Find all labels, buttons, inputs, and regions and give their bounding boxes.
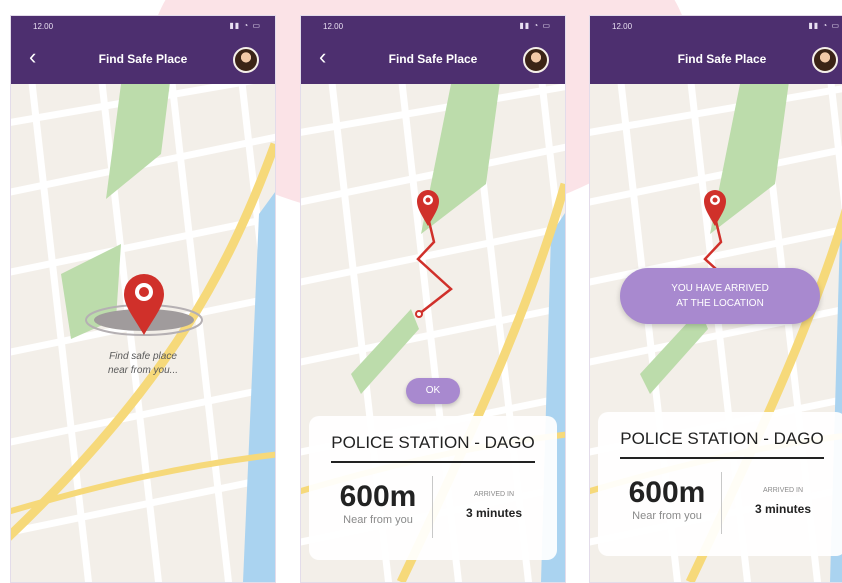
title-underline xyxy=(620,457,824,459)
start-point xyxy=(415,310,423,318)
user-avatar[interactable] xyxy=(523,47,549,73)
destination-card: POLICE STATION - DAGO 600m Near from you… xyxy=(598,412,842,556)
arrival-label: ARRIVED IN xyxy=(473,491,515,498)
page-title: Find Safe Place xyxy=(677,52,767,66)
status-time: 12.00 xyxy=(612,22,633,31)
status-time: 12.00 xyxy=(33,22,54,31)
phone-screen-arrived: 12.00 ▮▮ ◔ ▭ Find Safe Place YOU HAVE AR… xyxy=(589,15,842,583)
distance-caption: Near from you xyxy=(343,514,413,526)
arrived-banner-line1: YOU HAVE ARRIVED xyxy=(671,283,769,294)
arrived-banner[interactable]: YOU HAVE ARRIVED AT THE LOCATION xyxy=(620,268,820,324)
search-hint: Find safe place near from you... xyxy=(11,350,275,378)
distance-caption: Near from you xyxy=(632,510,702,522)
status-icons: ▮▮ ◔ ▭ xyxy=(519,21,551,30)
card-divider xyxy=(432,476,433,538)
arrival-label: ARRIVED IN xyxy=(762,487,804,494)
user-avatar[interactable] xyxy=(812,47,838,73)
phone-screen-route: 12.00 ▮▮ ◔ ▭ ‹ Find Safe Place OK POLICE… xyxy=(300,15,566,583)
distance-value: 600m xyxy=(339,480,417,513)
arrival-time: 3 minutes xyxy=(754,502,811,516)
arrival-time: 3 minutes xyxy=(465,506,522,520)
title-underline xyxy=(331,461,535,463)
map-view[interactable] xyxy=(11,84,275,582)
search-hint-line1: Find safe place xyxy=(109,351,177,362)
status-icons: ▮▮ ◔ ▭ xyxy=(808,21,840,30)
place-name: POLICE STATION - DAGO xyxy=(331,433,535,452)
arrived-banner-line2: AT THE LOCATION xyxy=(676,298,764,309)
destination-card: POLICE STATION - DAGO 600m Near from you… xyxy=(309,416,557,560)
card-divider xyxy=(721,472,722,534)
phone-screen-find: 12.00 ▮▮ ◔ ▭ ‹ Find Safe Place Find safe… xyxy=(10,15,276,583)
distance-value: 600m xyxy=(628,476,706,509)
status-time: 12.00 xyxy=(323,22,344,31)
app-bar: 12.00 ▮▮ ◔ ▭ Find Safe Place xyxy=(590,16,842,84)
search-hint-line2: near from you... xyxy=(107,365,179,376)
app-bar: 12.00 ▮▮ ◔ ▭ ‹ Find Safe Place xyxy=(11,16,275,84)
ok-button[interactable]: OK xyxy=(406,378,460,404)
place-name: POLICE STATION - DAGO xyxy=(620,429,824,448)
app-bar: 12.00 ▮▮ ◔ ▭ ‹ Find Safe Place xyxy=(301,16,565,84)
status-icons: ▮▮ ◔ ▭ xyxy=(229,21,261,30)
user-avatar[interactable] xyxy=(233,47,259,73)
